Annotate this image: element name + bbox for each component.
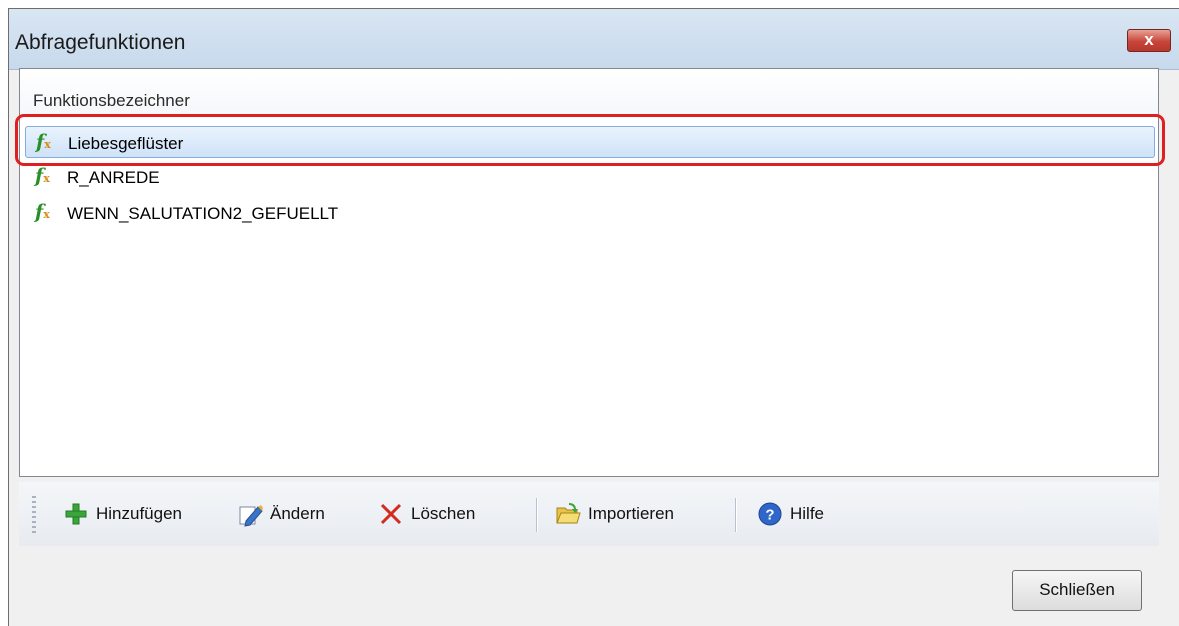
help-icon: ? xyxy=(758,502,782,526)
delete-button-label: Löschen xyxy=(411,504,476,523)
column-header[interactable]: Funktionsbezeichner xyxy=(20,69,1158,117)
edit-button-label: Ändern xyxy=(270,504,325,523)
function-icon: fx xyxy=(35,165,50,187)
close-icon: x xyxy=(1144,30,1154,49)
column-header-label: Funktionsbezeichner xyxy=(33,91,190,110)
delete-x-icon xyxy=(380,503,402,525)
import-button[interactable]: Importieren xyxy=(555,482,674,546)
pencil-icon xyxy=(239,505,263,527)
plus-icon xyxy=(65,503,87,525)
list-item[interactable]: fx WENN_SALUTATION2_GEFUELLT xyxy=(25,197,1155,229)
toolbar-separator xyxy=(735,498,737,532)
function-icon: fx xyxy=(35,201,50,223)
window-close-button[interactable]: x xyxy=(1127,29,1171,52)
selection-highlight-annotation xyxy=(15,114,1165,166)
add-button-label: Hinzufügen xyxy=(96,504,183,523)
list-item-label: WENN_SALUTATION2_GEFUELLT xyxy=(67,204,339,223)
toolbar: Hinzufügen Ändern Löschen Importieren ? xyxy=(19,482,1159,546)
edit-button[interactable]: Ändern xyxy=(237,482,325,546)
toolbar-separator xyxy=(536,498,538,532)
window-title: Abfragefunktionen xyxy=(15,31,186,54)
folder-import-icon xyxy=(556,503,581,524)
help-button-label: Hilfe xyxy=(790,504,825,523)
close-button[interactable]: Schließen xyxy=(1012,570,1142,611)
title-bar: Abfragefunktionen x xyxy=(9,9,1179,70)
list-item-label: R_ANREDE xyxy=(67,168,160,187)
add-button[interactable]: Hinzufügen xyxy=(63,482,182,546)
import-button-label: Importieren xyxy=(588,504,674,523)
help-button[interactable]: ? Hilfe xyxy=(757,482,824,546)
svg-text:?: ? xyxy=(765,507,774,524)
toolbar-grip[interactable] xyxy=(32,496,36,534)
delete-button[interactable]: Löschen xyxy=(378,482,475,546)
